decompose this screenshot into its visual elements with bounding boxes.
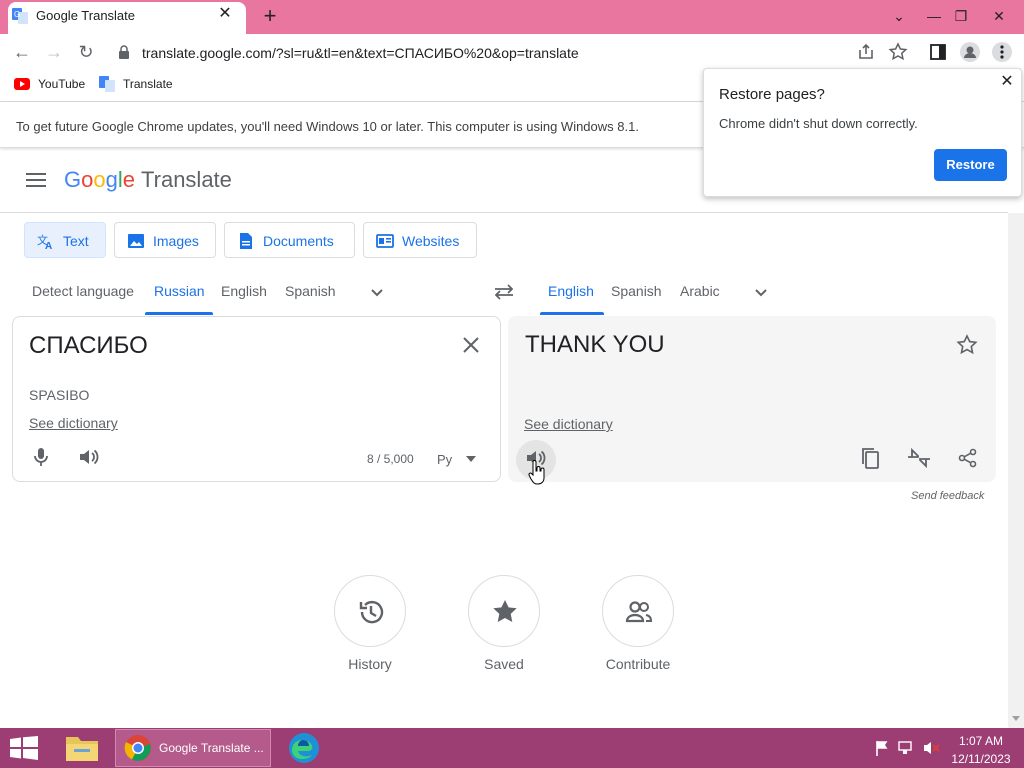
mode-images-button[interactable]: Images bbox=[114, 222, 216, 258]
svg-text:G: G bbox=[14, 10, 20, 19]
windows-start-icon[interactable] bbox=[10, 736, 38, 760]
source-transliteration: SPASIBO bbox=[29, 387, 90, 403]
history-label: History bbox=[348, 656, 392, 672]
tab-search-icon[interactable]: ⌄ bbox=[887, 4, 911, 28]
saved-button[interactable] bbox=[468, 575, 540, 647]
document-icon bbox=[240, 233, 252, 249]
mode-websites-button[interactable]: Websites bbox=[363, 222, 477, 258]
tab-close-icon[interactable]: ✕ bbox=[216, 5, 234, 23]
target-lang-underline bbox=[540, 312, 604, 315]
restore-window-icon[interactable]: ❐ bbox=[949, 4, 973, 28]
tab-title: Google Translate bbox=[36, 8, 136, 23]
svg-text:A: A bbox=[45, 241, 52, 250]
bookmark-star-icon[interactable] bbox=[888, 42, 908, 62]
share-page-icon[interactable] bbox=[856, 42, 876, 62]
restore-dialog-close-icon[interactable]: ✕ bbox=[999, 74, 1015, 90]
source-lang-underline bbox=[145, 312, 213, 315]
source-textarea[interactable]: СПАСИБО bbox=[29, 332, 148, 360]
bookmark-youtube[interactable]: YouTube bbox=[38, 77, 85, 91]
mode-documents-button[interactable]: Documents bbox=[224, 222, 355, 258]
taskbar-chrome-label: Google Translate ... bbox=[159, 741, 264, 755]
source-lang-russian[interactable]: Russian bbox=[154, 283, 205, 299]
website-icon bbox=[376, 234, 394, 248]
target-lang-spanish[interactable]: Spanish bbox=[611, 283, 662, 299]
chrome-menu-icon[interactable] bbox=[992, 42, 1012, 62]
bookmark-translate[interactable]: Translate bbox=[123, 77, 173, 91]
saved-label: Saved bbox=[484, 656, 524, 672]
restore-dialog-title: Restore pages? bbox=[719, 86, 825, 103]
chrome-icon bbox=[124, 735, 151, 761]
swap-languages-icon[interactable] bbox=[493, 282, 515, 302]
translation-output: THANK YOU bbox=[525, 331, 665, 358]
translate-favicon-icon: G bbox=[12, 8, 28, 24]
save-translation-star-icon[interactable] bbox=[956, 334, 978, 356]
contribute-button[interactable] bbox=[602, 575, 674, 647]
history-icon bbox=[359, 600, 384, 624]
target-lang-chevron-down-icon[interactable] bbox=[753, 284, 769, 300]
google-translate-logo[interactable]: Google Translate bbox=[64, 167, 232, 193]
side-panel-icon[interactable] bbox=[928, 42, 948, 62]
mode-websites-label: Websites bbox=[402, 233, 460, 249]
copy-translation-icon[interactable] bbox=[861, 447, 879, 469]
reload-icon[interactable]: ↻ bbox=[74, 40, 98, 64]
hand-cursor-icon bbox=[528, 460, 545, 485]
target-see-dictionary-link[interactable]: See dictionary bbox=[524, 416, 613, 432]
mode-documents-label: Documents bbox=[263, 233, 334, 249]
image-icon bbox=[128, 234, 144, 248]
source-see-dictionary-link[interactable]: See dictionary bbox=[29, 415, 118, 431]
mode-text-label: Text bbox=[63, 233, 89, 249]
lock-icon[interactable] bbox=[118, 45, 130, 59]
microphone-icon[interactable] bbox=[32, 447, 50, 467]
input-tools-button[interactable]: Ру bbox=[437, 452, 452, 467]
send-feedback-link[interactable]: Send feedback bbox=[911, 490, 984, 502]
mode-images-label: Images bbox=[153, 233, 199, 249]
close-window-icon[interactable]: ✕ bbox=[987, 4, 1011, 28]
clock-time[interactable]: 1:07 AM bbox=[958, 734, 1004, 748]
contribute-label: Contribute bbox=[605, 656, 671, 672]
back-icon[interactable]: ← bbox=[10, 40, 34, 64]
edge-icon[interactable] bbox=[287, 732, 321, 764]
profile-avatar-icon[interactable] bbox=[960, 42, 980, 62]
main-menu-icon[interactable] bbox=[26, 172, 46, 188]
restore-dialog-message: Chrome didn't shut down correctly. bbox=[719, 116, 918, 131]
target-lang-arabic[interactable]: Arabic bbox=[680, 283, 720, 299]
contribute-people-icon bbox=[625, 601, 653, 623]
new-tab-button[interactable]: + bbox=[258, 5, 282, 29]
translate-icon: 文A bbox=[37, 233, 52, 250]
target-lang-english[interactable]: English bbox=[548, 283, 594, 299]
update-message: To get future Google Chrome updates, you… bbox=[16, 119, 639, 134]
scroll-down-arrow-icon[interactable] bbox=[1012, 714, 1020, 722]
source-listen-icon[interactable] bbox=[79, 448, 99, 466]
clock-date[interactable]: 12/11/2023 bbox=[948, 752, 1014, 766]
file-explorer-icon[interactable] bbox=[60, 731, 104, 765]
history-button[interactable] bbox=[334, 575, 406, 647]
source-lang-english[interactable]: English bbox=[221, 283, 267, 299]
restore-button[interactable]: Restore bbox=[934, 149, 1007, 181]
mode-text-button[interactable]: 文A Text bbox=[24, 222, 106, 258]
source-lang-spanish[interactable]: Spanish bbox=[285, 283, 336, 299]
rate-translation-icon[interactable] bbox=[906, 447, 932, 469]
page-scrollbar[interactable] bbox=[1008, 213, 1024, 728]
header-divider bbox=[0, 212, 1008, 213]
character-count: 8 / 5,000 bbox=[367, 452, 414, 466]
youtube-icon bbox=[14, 78, 30, 90]
system-tray-icons[interactable] bbox=[872, 738, 942, 758]
address-bar[interactable]: translate.google.com/?sl=ru&tl=en&text=С… bbox=[142, 45, 579, 61]
translate-bookmark-icon bbox=[99, 76, 115, 92]
detect-language-tab[interactable]: Detect language bbox=[32, 283, 134, 299]
minimize-icon[interactable]: — bbox=[922, 4, 946, 28]
forward-icon[interactable]: → bbox=[42, 40, 66, 64]
saved-star-icon bbox=[493, 600, 517, 622]
clear-source-icon[interactable] bbox=[462, 336, 480, 354]
share-translation-icon[interactable] bbox=[958, 448, 978, 468]
source-lang-chevron-down-icon[interactable] bbox=[369, 284, 385, 300]
input-tools-caret-icon[interactable] bbox=[466, 456, 476, 462]
